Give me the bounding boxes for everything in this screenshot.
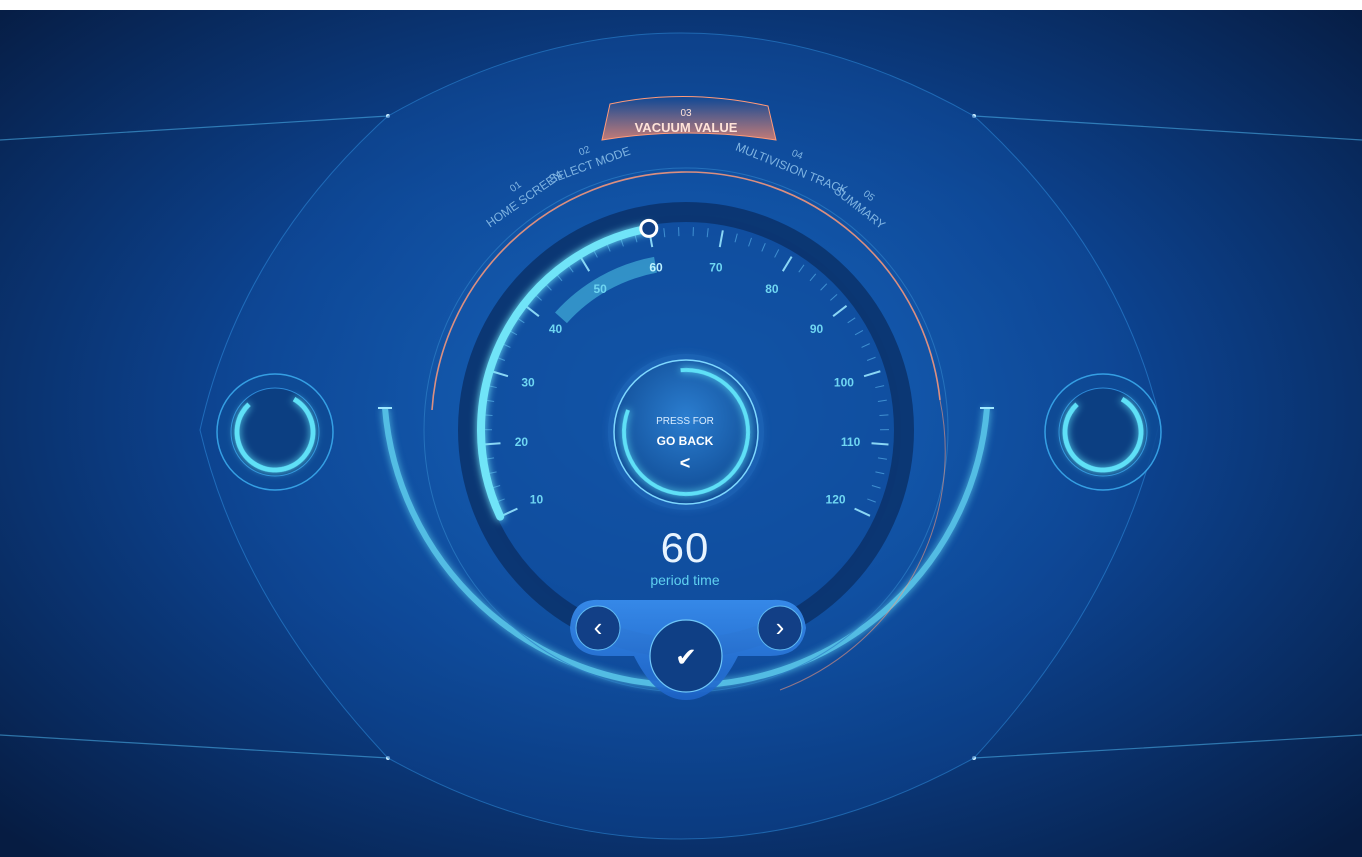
gauge-tick-label: 80 xyxy=(765,282,779,296)
step-number: 03 xyxy=(680,108,692,119)
gauge-tick-label: 110 xyxy=(841,435,861,449)
gauge-tick-label: 120 xyxy=(826,493,846,507)
gauge-tick-label: 50 xyxy=(593,282,607,296)
gauge-tick xyxy=(879,414,889,417)
gauge-tick-label: 10 xyxy=(530,493,544,507)
prev-icon: ‹ xyxy=(594,612,603,642)
top-border xyxy=(0,0,1362,10)
gauge-tick-label: 20 xyxy=(515,435,529,449)
gauge-handle[interactable] xyxy=(639,218,659,238)
period-label: period time xyxy=(650,572,720,588)
press-for-label: PRESS FOR xyxy=(656,416,714,427)
check-icon: ✔ xyxy=(675,642,697,672)
left-knob[interactable] xyxy=(216,373,334,491)
gauge-tick-label: 90 xyxy=(810,322,824,336)
right-knob[interactable] xyxy=(1044,373,1162,491)
period-value: 60 xyxy=(660,524,710,571)
next-icon: › xyxy=(776,612,785,642)
back-arrow-icon: < xyxy=(679,453,691,473)
gauge-tick xyxy=(483,442,501,446)
gauge-tick-label: 70 xyxy=(709,261,723,275)
gauge-tick-label: 40 xyxy=(549,322,563,336)
gauge-tick-label: 30 xyxy=(521,375,535,389)
gauge-tick-label: 100 xyxy=(834,375,854,389)
go-back-button[interactable] xyxy=(608,354,764,510)
gauge-tick-label: 60 xyxy=(649,261,663,275)
gauge-tick xyxy=(871,442,889,446)
vacuum-gauge-screen: 01HOME SCREEN02SELECT MODE03VACUUM VALUE… xyxy=(0,0,1362,857)
step-label: VACUUM VALUE xyxy=(635,120,738,135)
go-back-label: GO BACK xyxy=(656,434,714,448)
